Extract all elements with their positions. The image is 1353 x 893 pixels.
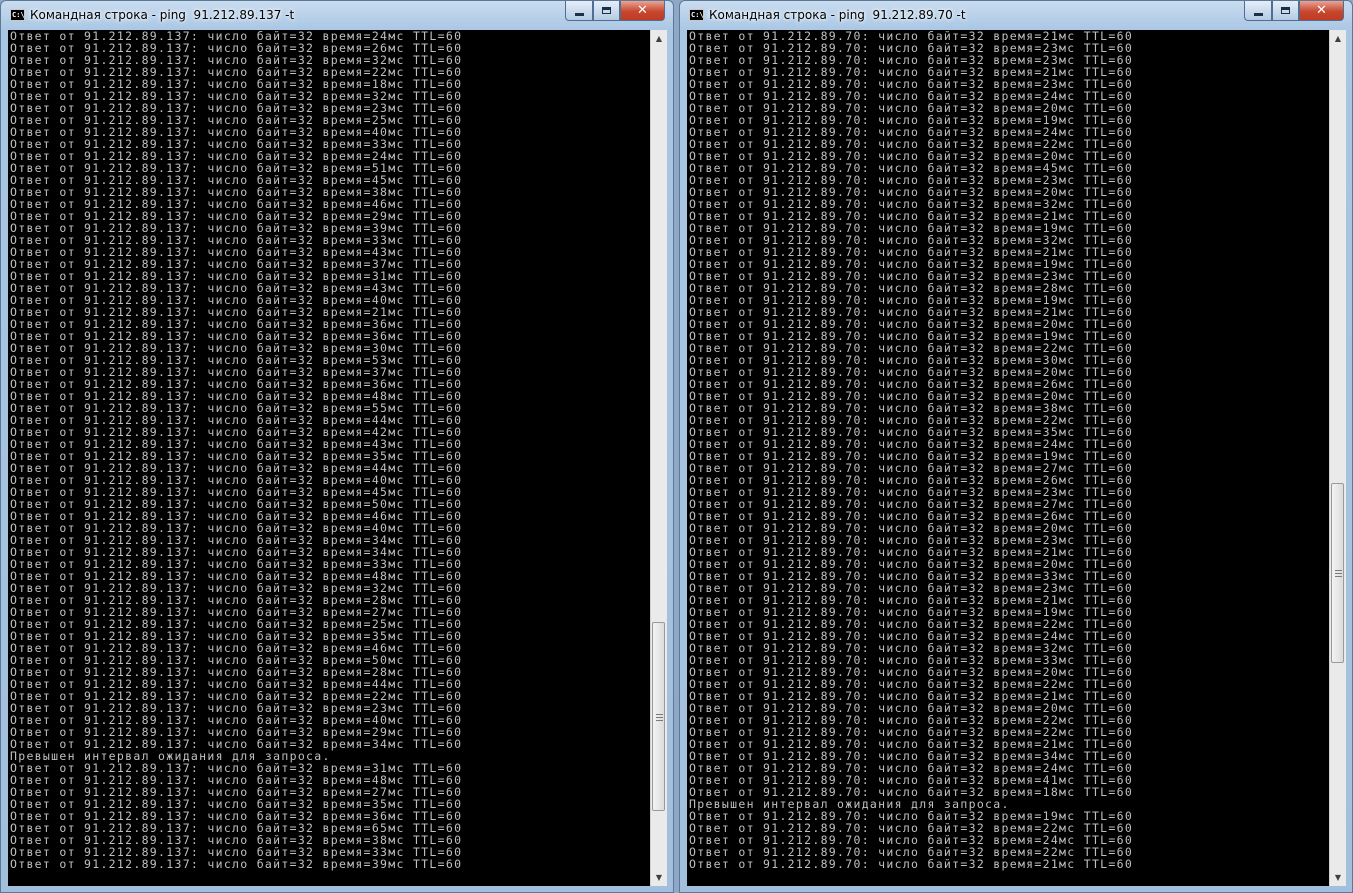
thumb-grip <box>656 719 663 721</box>
thumb-grip <box>1335 573 1342 575</box>
scroll-down-arrow-icon: ▼ <box>655 873 663 882</box>
scroll-down-button[interactable]: ▼ <box>651 869 667 886</box>
console-icon: C:\ <box>689 9 704 21</box>
thumb-grip <box>656 713 663 715</box>
minimize-icon <box>574 12 584 16</box>
ping-reply-line: Ответ от 91.212.89.70: число байт=32 вре… <box>689 857 1134 871</box>
scroll-down-button[interactable]: ▼ <box>1330 869 1346 886</box>
scroll-down-arrow-icon: ▼ <box>1334 873 1342 882</box>
maximize-button[interactable] <box>1272 1 1299 21</box>
command-prompt-window-left[interactable]: C:\ Командная строка - ping 91.212.89.13… <box>0 0 674 893</box>
scroll-up-arrow-icon: ▲ <box>655 34 663 43</box>
command-prompt-window-right[interactable]: C:\ Командная строка - ping 91.212.89.70… <box>679 0 1353 893</box>
thumb-grip <box>656 716 663 718</box>
title-bar[interactable]: C:\ Командная строка - ping 91.212.89.13… <box>1 1 673 30</box>
maximize-button[interactable] <box>593 1 620 21</box>
window-title: Командная строка - ping 91.212.89.70 -t <box>709 8 966 22</box>
window-title: Командная строка - ping 91.212.89.137 -t <box>30 8 295 22</box>
title-bar[interactable]: C:\ Командная строка - ping 91.212.89.70… <box>680 1 1352 30</box>
thumb-grip <box>1335 576 1342 578</box>
vertical-scrollbar[interactable]: ▲ ▼ <box>1329 30 1346 886</box>
close-icon: ✕ <box>1316 3 1327 18</box>
thumb-grip <box>1335 570 1342 572</box>
console-icon: C:\ <box>10 9 25 21</box>
scroll-up-button[interactable]: ▲ <box>1330 30 1346 47</box>
maximize-icon <box>602 7 611 14</box>
close-icon: ✕ <box>637 3 648 18</box>
console-output[interactable]: Ответ от 91.212.89.70: число байт=32 вре… <box>687 30 1329 886</box>
minimize-icon <box>1253 12 1263 16</box>
scrollbar-thumb[interactable] <box>652 622 665 812</box>
ping-reply-line: Ответ от 91.212.89.137: число байт=32 вр… <box>10 857 463 871</box>
console-lines: Ответ от 91.212.89.70: число байт=32 вре… <box>687 30 1329 870</box>
scroll-up-arrow-icon: ▲ <box>1334 34 1342 43</box>
close-button[interactable]: ✕ <box>620 1 665 21</box>
close-button[interactable]: ✕ <box>1299 1 1344 21</box>
console-output[interactable]: Ответ от 91.212.89.137: число байт=32 вр… <box>8 30 650 886</box>
scroll-up-button[interactable]: ▲ <box>651 30 667 47</box>
maximize-icon <box>1281 7 1290 14</box>
minimize-button[interactable] <box>565 1 593 21</box>
minimize-button[interactable] <box>1244 1 1272 21</box>
scrollbar-thumb[interactable] <box>1331 482 1344 664</box>
vertical-scrollbar[interactable]: ▲ ▼ <box>650 30 667 886</box>
console-lines: Ответ от 91.212.89.137: число байт=32 вр… <box>8 30 650 870</box>
